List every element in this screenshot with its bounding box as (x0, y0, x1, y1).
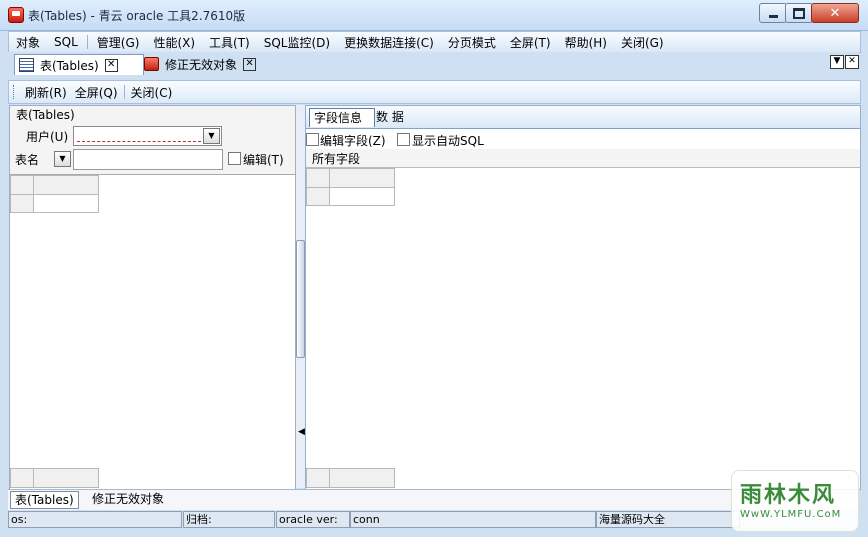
menu-performance[interactable]: 性能(X) (146, 34, 202, 51)
status-extra: 海量源码大全 (596, 511, 740, 528)
chevron-left-icon[interactable]: ◀ (298, 427, 305, 437)
toolbar-separator (123, 85, 125, 99)
status-oracle-ver: oracle ver: (276, 511, 350, 528)
table-name-input[interactable] (73, 149, 223, 170)
app-icon (8, 7, 24, 23)
edit-field-label: 编辑字段(Z) (320, 134, 386, 148)
user-label: 用户(U) (26, 130, 69, 144)
grid-header-cell[interactable] (329, 168, 395, 188)
close-button[interactable]: 关闭(C) (127, 84, 177, 101)
tab-data[interactable]: 数 据 (376, 108, 404, 126)
menu-separator (86, 35, 88, 49)
minimize-icon (768, 14, 778, 18)
database-icon (144, 57, 159, 71)
refresh-button[interactable]: 刷新(R) (21, 84, 71, 101)
title-bar: 表(Tables) - 青云 oracle 工具2.7610版 ✕ (0, 0, 868, 31)
grid-header-cell (329, 468, 395, 488)
auto-sql-label: 显示自动SQL (412, 134, 484, 148)
tab-fix-invalid-objects[interactable]: 修正无效对象 ✕ (140, 54, 274, 74)
grid-header-cell[interactable] (33, 175, 99, 195)
grid-cell[interactable] (33, 194, 99, 213)
toolbar: 刷新(R) 全屏(Q) 关闭(C) (8, 80, 861, 104)
grid-row-header[interactable] (10, 194, 34, 213)
chevron-down-icon[interactable]: ▼ (203, 128, 220, 144)
table-name-label: 表名 (15, 153, 40, 167)
tab-tables-label: 表(Tables) (40, 58, 99, 73)
table-icon (19, 58, 34, 72)
document-tab-row: 表(Tables) ✕ 修正无效对象 ✕ (8, 52, 859, 76)
detail-tab-strip: 字段信息 数 据 (306, 106, 860, 129)
chevron-down-icon[interactable]: ▼ (54, 151, 71, 167)
tab-field-info[interactable]: 字段信息 (309, 108, 375, 127)
grid-cell[interactable] (329, 187, 395, 206)
watermark-text: 雨林木风 (740, 483, 837, 508)
menu-help[interactable]: 帮助(H) (558, 34, 614, 51)
grid-header-cell (33, 468, 99, 488)
menu-fullscreen[interactable]: 全屏(T) (503, 34, 558, 51)
table-detail-panel: 字段信息 数 据 编辑字段(Z) 显示自动SQL 所有字段 (305, 105, 861, 490)
grid-corner (306, 168, 330, 188)
close-tab-icon[interactable]: ✕ (104, 58, 118, 72)
watermark-logo: 雨林木风 WwW.YLMFU.CoM (731, 470, 859, 532)
menu-object[interactable]: 对象 (9, 34, 47, 51)
grid-row-header[interactable] (306, 187, 330, 206)
bottom-tab-tables[interactable]: 表(Tables) (10, 491, 79, 509)
menu-tools[interactable]: 工具(T) (202, 34, 257, 51)
tabs-close-button[interactable]: ✕ (845, 55, 859, 69)
watermark-url: WwW.YLMFU.CoM (740, 509, 842, 520)
grid-corner (10, 175, 34, 195)
edit-field-checkbox[interactable] (306, 133, 319, 146)
minimize-button[interactable] (759, 3, 787, 23)
tables-panel: 表(Tables) 用户(U) ▼ 表名 ▼ 编辑(T) (9, 105, 296, 490)
menu-close[interactable]: 关闭(G) (614, 34, 671, 51)
maximize-button[interactable] (785, 3, 813, 23)
menu-sql[interactable]: SQL (47, 35, 85, 49)
menu-change-connection[interactable]: 更换数据连接(C) (337, 34, 441, 51)
menu-manage[interactable]: 管理(G) (90, 34, 147, 51)
menu-bar: 对象 SQL 管理(G) 性能(X) 工具(T) SQL监控(D) 更换数据连接… (8, 31, 861, 53)
status-archive: 归档: (183, 511, 275, 528)
splitter-handle[interactable]: ◀ (296, 240, 305, 437)
all-fields-header: 所有字段 (306, 149, 860, 168)
tab-fix-label: 修正无效对象 (165, 57, 238, 72)
all-fields-label: 所有字段 (312, 152, 361, 166)
tables-filter-group: 表(Tables) 用户(U) ▼ 表名 ▼ 编辑(T) (10, 106, 295, 175)
menu-sql-monitor[interactable]: SQL监控(D) (257, 34, 337, 51)
close-tab-icon[interactable]: ✕ (243, 57, 257, 71)
fullscreen-button[interactable]: 全屏(Q) (71, 84, 122, 101)
bottom-tab-fix-invalid-objects[interactable]: 修正无效对象 (92, 491, 164, 507)
group-title: 表(Tables) (16, 108, 75, 122)
status-os: os: (8, 511, 182, 528)
window-title: 表(Tables) - 青云 oracle 工具2.7610版 (28, 9, 246, 23)
menu-paging-mode[interactable]: 分页模式 (441, 34, 503, 51)
maximize-icon (793, 7, 805, 19)
grid-corner (10, 468, 34, 488)
tabs-dropdown-button[interactable]: ▼ (830, 55, 844, 69)
status-connection: conn (350, 511, 596, 528)
auto-sql-checkbox[interactable] (397, 133, 410, 146)
close-window-button[interactable]: ✕ (811, 3, 859, 23)
tab-tables[interactable]: 表(Tables) ✕ (14, 54, 144, 75)
grid-corner (306, 468, 330, 488)
close-icon: ✕ (829, 5, 841, 21)
edit-label: 编辑(T) (243, 153, 284, 167)
toolbar-grip[interactable] (13, 85, 17, 99)
user-combobox[interactable]: ▼ (73, 126, 222, 146)
edit-checkbox[interactable] (228, 152, 241, 165)
